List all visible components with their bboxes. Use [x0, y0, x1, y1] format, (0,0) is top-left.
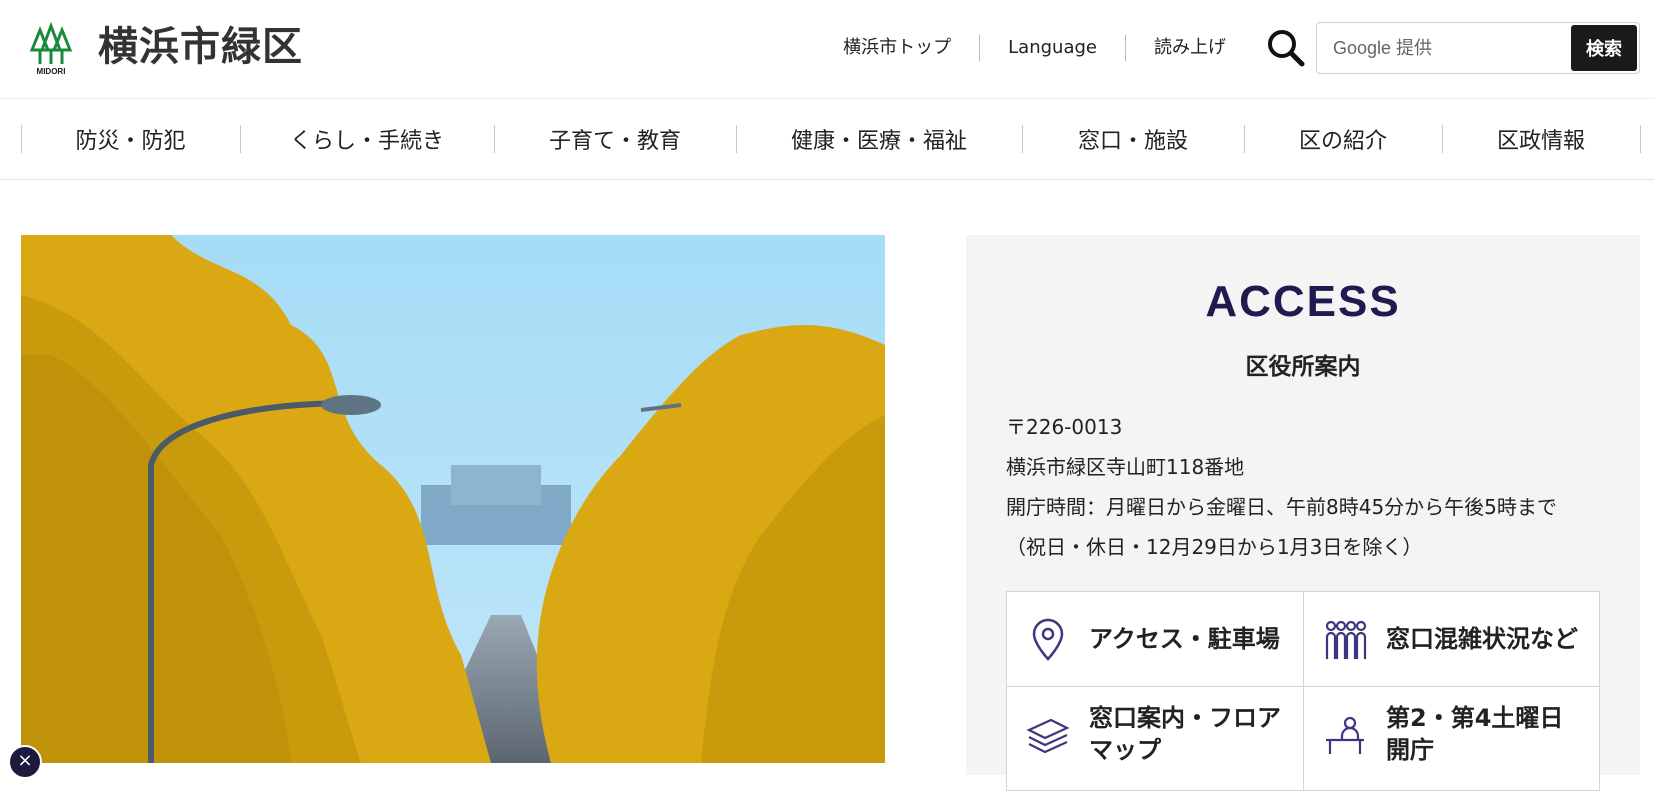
search-input[interactable] — [1319, 25, 1559, 71]
saturday-opening-label-text: 第2・第4土曜日開庁 — [1386, 704, 1564, 764]
utility-nav: 横浜市トップ Language 読み上げ — [815, 28, 1254, 68]
gnav-item-disaster-prevention[interactable]: 防災・防犯 — [21, 99, 240, 179]
floor-map-link[interactable]: 窓口案内・フロアマップ — [1007, 687, 1303, 781]
gnav-item-counters-facilities[interactable]: 窓口・施設 — [1022, 99, 1244, 179]
counter-congestion-link[interactable]: 窓口混雑状況など — [1304, 592, 1600, 686]
search-button[interactable]: 検索 — [1571, 25, 1637, 71]
saturday-opening-link[interactable]: 第2・第4土曜日開庁 — [1304, 687, 1600, 781]
map-pin-icon — [1032, 618, 1064, 661]
floor-map-label: 窓口案内・フロアマップ — [1089, 687, 1289, 781]
util-link-read-aloud[interactable]: 読み上げ — [1126, 28, 1254, 68]
access-title: ACCESS — [1205, 277, 1401, 326]
saturday-opening-label: 第2・第4土曜日開庁 — [1386, 687, 1576, 781]
hero-image — [21, 235, 885, 763]
divider — [1640, 125, 1641, 153]
gnav-item-living-procedures[interactable]: くらし・手続き — [240, 99, 494, 179]
access-parking-link[interactable]: アクセス・駐車場 — [1007, 592, 1303, 686]
address: 横浜市緑区寺山町118番地 — [1006, 455, 1245, 479]
site-header: MIDORI 横浜市緑区 横浜市トップ Language 読み上げ 検索 — [0, 0, 1654, 98]
gnav-item-ward-admin[interactable]: 区政情報 — [1442, 99, 1640, 179]
office-hours: 開庁時間：月曜日から金曜日、午前8時45分から午後5時まで — [1006, 495, 1557, 519]
people-queue-icon — [1325, 620, 1367, 659]
logo-text: MIDORI — [37, 67, 66, 76]
util-link-yokohama-top[interactable]: 横浜市トップ — [815, 28, 979, 68]
close-icon[interactable]: × — [8, 745, 42, 779]
access-parking-label: アクセス・駐車場 — [1089, 625, 1280, 653]
gnav-item-ward-intro[interactable]: 区の紹介 — [1244, 99, 1442, 179]
reception-desk-icon — [1326, 716, 1364, 754]
office-hours-note: （祝日・休日・12月29日から1月3日を除く） — [1006, 535, 1423, 559]
postal-code: 〒226-0013 — [1006, 415, 1123, 439]
access-panel: ACCESS 区役所案内 〒226-0013 横浜市緑区寺山町118番地 開庁時… — [966, 235, 1640, 791]
gnav-item-health-welfare[interactable]: 健康・医療・福祉 — [736, 99, 1022, 179]
search-icon[interactable] — [1266, 28, 1306, 68]
gnav-item-childcare-education[interactable]: 子育て・教育 — [494, 99, 736, 179]
util-link-language[interactable]: Language — [980, 28, 1125, 68]
access-links-grid: アクセス・駐車場 窓口混雑状況など 窓口案内・フロアマップ 第2・第4土曜日開庁 — [1006, 591, 1600, 791]
floor-map-label-text: 窓口案内・フロアマップ — [1089, 704, 1281, 764]
global-nav: 防災・防犯 くらし・手続き 子育て・教育 健康・医療・福祉 窓口・施設 区の紹介… — [0, 98, 1654, 180]
counter-congestion-label: 窓口混雑状況など — [1386, 625, 1578, 653]
search-box: 検索 — [1316, 22, 1640, 74]
layers-icon — [1026, 718, 1070, 754]
midori-logo-icon[interactable]: MIDORI — [28, 20, 74, 76]
access-subtitle: 区役所案内 — [1245, 354, 1361, 380]
site-title[interactable]: 横浜市緑区 — [98, 22, 303, 72]
